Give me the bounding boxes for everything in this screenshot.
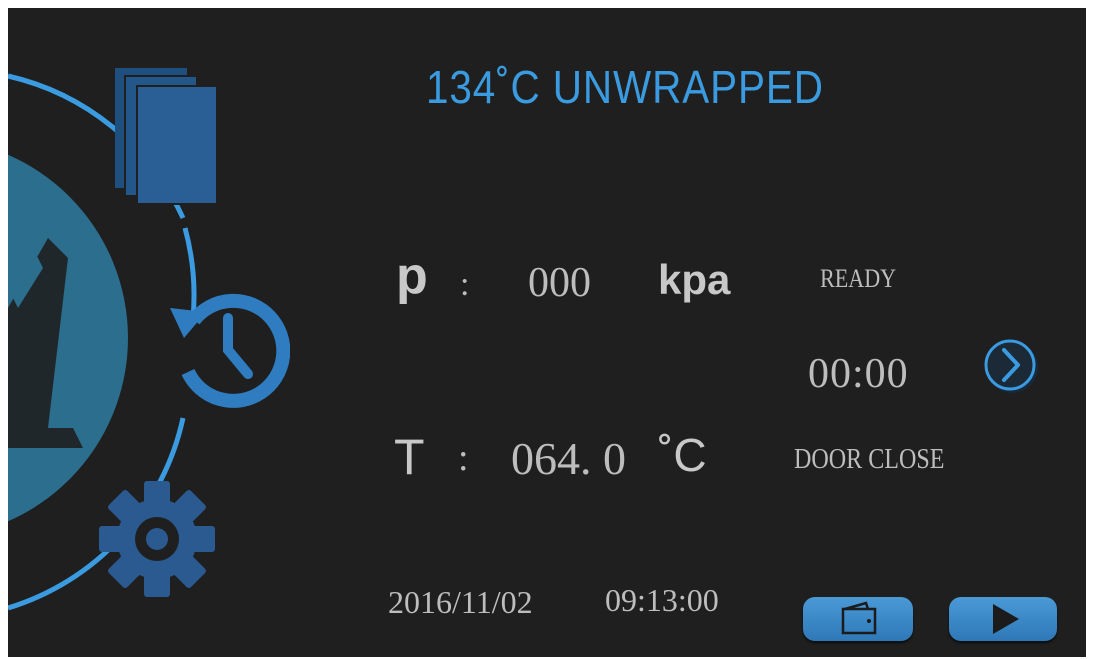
date-display: 2016/11/02 (388, 584, 533, 620)
temperature-value: 064. 0 (511, 433, 626, 484)
wallet-button[interactable] (803, 597, 913, 641)
gear-icon (99, 481, 215, 597)
status-state: READY (820, 264, 897, 293)
pressure-value: 000 (528, 260, 591, 306)
temperature-separator: : (458, 437, 469, 479)
autoclave-screen: 134˚C UNWRAPPED p : 000 kpa READY 00:00 … (8, 8, 1086, 657)
start-button[interactable] (949, 597, 1057, 641)
wallet-icon (841, 601, 877, 635)
next-button[interactable] (983, 336, 1043, 396)
documents-button[interactable] (113, 66, 223, 206)
pressure-separator: : (460, 266, 470, 303)
documents-icon (115, 68, 218, 205)
temperature-label: T (394, 429, 425, 485)
history-icon (170, 293, 290, 408)
program-unit: ˚C (496, 61, 541, 113)
program-title: 134˚C UNWRAPPED (426, 60, 824, 114)
history-button[interactable] (166, 286, 290, 414)
pressure-label: p (396, 247, 428, 305)
door-status: DOOR CLOSE (794, 444, 945, 475)
program-name: UNWRAPPED (552, 61, 824, 113)
play-icon (993, 604, 1019, 634)
chevron-right-icon (984, 339, 1038, 393)
settings-button[interactable] (96, 478, 218, 600)
timer-value: 00:00 (808, 351, 909, 397)
temperature-unit: ˚C (658, 429, 707, 481)
time-display: 09:13:00 (605, 582, 719, 618)
program-temperature: 134 (426, 61, 497, 113)
pressure-unit: kpa (658, 256, 731, 303)
